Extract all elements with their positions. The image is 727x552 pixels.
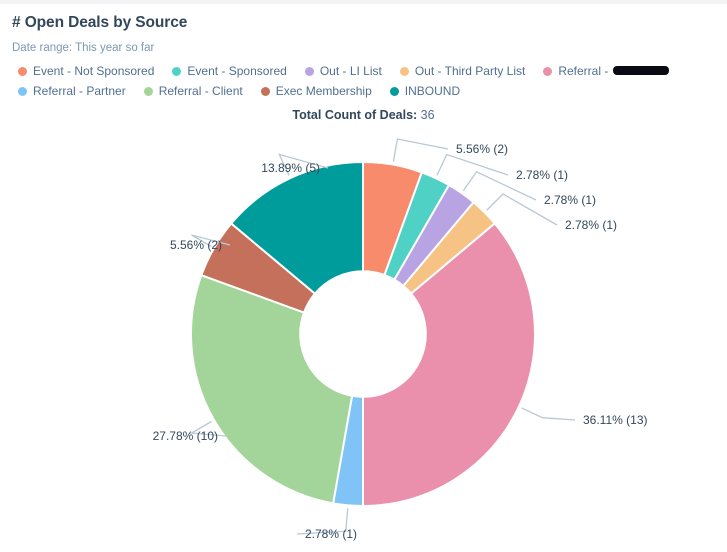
legend-item-label: Event - Not Sponsored — [33, 64, 155, 78]
legend-item[interactable]: Referral - — [543, 64, 669, 78]
legend-item-label: Referral - Client — [158, 84, 243, 98]
legend-color-swatch-icon — [18, 86, 27, 96]
legend-item-label: Referral - Partner — [33, 84, 126, 98]
leader-line — [521, 407, 576, 421]
slice-data-label: 5.56% (2) — [456, 142, 508, 156]
date-range-label: Date range: This year so far — [12, 42, 155, 54]
legend-item-label: Out - LI List — [319, 64, 382, 78]
legend-item[interactable]: Referral - Partner — [18, 84, 126, 98]
legend-item[interactable]: INBOUND — [389, 84, 461, 98]
slice-data-label: 2.78% (1) — [516, 168, 568, 182]
legend-color-swatch-icon — [389, 86, 399, 96]
chart-card: # Open Deals by Source Date range: This … — [0, 4, 727, 551]
legend-color-swatch-icon — [260, 86, 270, 96]
legend-item[interactable]: Event - Not Sponsored — [18, 64, 154, 78]
legend-item-label: Referral - — [558, 64, 669, 78]
legend-item[interactable]: Out - Third Party List — [399, 64, 526, 78]
slice-data-label: 5.56% (2) — [170, 238, 222, 252]
slice-data-label: 13.89% (5) — [261, 161, 320, 175]
legend-color-swatch-icon — [543, 66, 553, 76]
redacted-text-bar — [612, 66, 669, 76]
legend-item-label: Exec Membership — [275, 84, 372, 98]
leader-line — [436, 153, 509, 176]
slice-data-label: 2.78% (1) — [544, 193, 596, 207]
total-count-label: Total Count of Deals: — [292, 108, 418, 122]
total-count: Total Count of Deals: 36 — [0, 108, 727, 122]
slice-data-label: 2.78% (1) — [305, 527, 357, 541]
slice-data-label: 2.78% (1) — [565, 218, 617, 232]
legend-item-label: INBOUND — [404, 84, 461, 98]
legend-item-label: Out - Third Party List — [414, 64, 526, 78]
donut-chart: Event - Not Sponsored: 5.56% (2)Event - … — [0, 122, 727, 552]
donut-chart-svg: Event - Not Sponsored: 5.56% (2)Event - … — [153, 138, 647, 541]
slice-data-label: 36.11% (13) — [583, 413, 647, 427]
legend-color-swatch-icon — [172, 66, 182, 76]
legend-item[interactable]: Out - LI List — [304, 64, 382, 78]
leader-line — [392, 138, 449, 162]
legend-row: Referral - Partner Referral - Client Exec … — [18, 81, 718, 101]
legend-color-swatch-icon — [18, 66, 27, 76]
page-title: # Open Deals by Source — [12, 14, 188, 31]
legend-row: Event - Not Sponsored Event - Sponsored Ou… — [18, 61, 718, 81]
slice-data-label: 27.78% (10) — [153, 429, 218, 443]
legend-item[interactable]: Exec Membership — [260, 84, 372, 98]
legend-item[interactable]: Event - Sponsored — [172, 64, 287, 78]
legend-item[interactable]: Referral - Client — [143, 84, 243, 98]
total-count-value: 36 — [420, 108, 435, 122]
legend-color-swatch-icon — [399, 66, 409, 76]
legend-item-label: Event - Sponsored — [187, 64, 287, 78]
donut-slice[interactable]: Referral - Client: 27.78% (10) — [190, 273, 354, 505]
legend-color-swatch-icon — [304, 66, 314, 76]
legend-color-swatch-icon — [143, 86, 153, 96]
chart-legend: Event - Not Sponsored Event - Sponsored Ou… — [18, 61, 718, 101]
